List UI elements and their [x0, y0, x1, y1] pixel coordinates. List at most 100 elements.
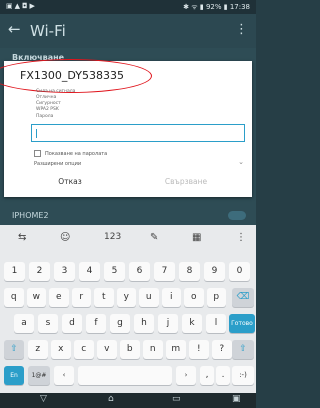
key-label: x: [58, 344, 64, 354]
key-label: 0: [236, 266, 243, 276]
period-key[interactable]: .: [216, 366, 230, 385]
key-label: r: [79, 292, 84, 302]
back-nav-icon[interactable]: ▽: [40, 394, 47, 404]
key-3[interactable]: 3: [54, 262, 75, 281]
cursor-right-key[interactable]: ›: [176, 366, 196, 385]
key-8[interactable]: 8: [179, 262, 200, 281]
key-4[interactable]: 4: [79, 262, 100, 281]
key-7[interactable]: 7: [154, 262, 175, 281]
show-password-label: Показване на паролата: [45, 151, 108, 157]
key-![interactable]: !: [189, 340, 209, 359]
smiley-key[interactable]: :-): [232, 366, 254, 385]
key-2[interactable]: 2: [29, 262, 50, 281]
key-0[interactable]: 0: [229, 262, 250, 281]
overflow-menu-icon[interactable]: ⋮: [235, 22, 248, 37]
space-bar[interactable]: [78, 366, 172, 385]
checkbox-icon[interactable]: [34, 150, 41, 157]
comma-key[interactable]: ,: [200, 366, 214, 385]
key-label: i: [169, 292, 173, 302]
on-screen-keyboard: ⇆ ☺ 123 ✎ ▦ ⋮ ⌫ Готово ⇧ ⇧ En 1@# ‹ › , …: [0, 225, 256, 393]
key-t[interactable]: t: [94, 288, 114, 307]
key-c[interactable]: c: [74, 340, 94, 359]
key-d[interactable]: d: [62, 314, 82, 333]
key-p[interactable]: p: [206, 288, 226, 307]
key-label: j: [166, 318, 170, 328]
key-k[interactable]: k: [182, 314, 202, 333]
clipboard-icon[interactable]: ▦: [192, 232, 201, 243]
key-u[interactable]: u: [139, 288, 159, 307]
status-indicators: ✱ ᯤ ▮ 92% ▮ 17:38: [183, 3, 250, 11]
key-label: 1: [11, 266, 18, 276]
screenshot-icon[interactable]: ▣: [232, 394, 241, 404]
key-f[interactable]: f: [86, 314, 106, 333]
network-ssid: FX1300_DY538335: [20, 69, 124, 82]
key-w[interactable]: w: [26, 288, 46, 307]
key-label: g: [117, 318, 123, 328]
key-1[interactable]: 1: [4, 262, 25, 281]
shift-key-right[interactable]: ⇧: [232, 340, 254, 359]
shift-key-left[interactable]: ⇧: [4, 340, 24, 359]
recent-apps-icon[interactable]: ▭: [172, 394, 181, 404]
key-label: w: [32, 292, 40, 302]
key-label: a: [21, 318, 27, 328]
key-l[interactable]: l: [206, 314, 226, 333]
key-label: !: [196, 344, 201, 354]
key-o[interactable]: o: [184, 288, 204, 307]
network-item[interactable]: IPHOME2: [12, 211, 49, 220]
status-bar: ▣▲◘▶ ✱ ᯤ ▮ 92% ▮ 17:38: [0, 0, 256, 14]
back-arrow-icon[interactable]: ←: [8, 20, 21, 38]
key-6[interactable]: 6: [129, 262, 150, 281]
key-s[interactable]: s: [38, 314, 58, 333]
key-n[interactable]: n: [143, 340, 163, 359]
key-i[interactable]: i: [161, 288, 181, 307]
key-m[interactable]: m: [166, 340, 186, 359]
numeric-mode-button[interactable]: 123: [104, 232, 121, 242]
key-label: v: [104, 344, 110, 354]
keyboard-settings-icon[interactable]: ⋮: [236, 232, 246, 243]
emoji-icon[interactable]: ☺: [60, 232, 70, 243]
key-label: 7: [161, 266, 168, 276]
key-e[interactable]: e: [49, 288, 69, 307]
key-5[interactable]: 5: [104, 262, 125, 281]
home-nav-icon[interactable]: ⌂: [108, 394, 114, 404]
wifi-connect-dialog: FX1300_DY538335 Сила на сигнала Отлична …: [0, 59, 252, 197]
language-key[interactable]: En: [4, 366, 24, 385]
key-label: 5: [111, 266, 118, 276]
connect-button[interactable]: Свързване: [128, 173, 244, 191]
key-label: 2: [36, 266, 43, 276]
key-x[interactable]: x: [51, 340, 71, 359]
key-q[interactable]: q: [4, 288, 24, 307]
key-label: s: [45, 318, 51, 328]
key-label: u: [145, 292, 152, 302]
key-y[interactable]: y: [116, 288, 136, 307]
backspace-key[interactable]: ⌫: [232, 288, 254, 307]
chevron-down-icon[interactable]: ⌄: [238, 158, 244, 166]
key-label: f: [94, 318, 98, 328]
page-title: Wi-Fi: [30, 22, 66, 40]
key-v[interactable]: v: [97, 340, 117, 359]
cancel-button[interactable]: Отказ: [12, 173, 128, 191]
advanced-options[interactable]: Разширени опции: [34, 161, 81, 167]
key-label: 8: [186, 266, 193, 276]
done-key[interactable]: Готово: [229, 314, 255, 333]
handwriting-icon[interactable]: ✎: [150, 232, 158, 243]
key-r[interactable]: r: [71, 288, 91, 307]
key-label: l: [214, 318, 218, 328]
symbols-key[interactable]: 1@#: [28, 366, 50, 385]
text-cursor: [36, 129, 37, 138]
key-b[interactable]: b: [120, 340, 140, 359]
key-z[interactable]: z: [28, 340, 48, 359]
show-password-checkbox[interactable]: Показване на паролата: [34, 150, 107, 157]
key-j[interactable]: j: [158, 314, 178, 333]
key-?[interactable]: ?: [212, 340, 232, 359]
key-g[interactable]: g: [110, 314, 130, 333]
keyboard-switch-icon[interactable]: ⇆: [18, 232, 26, 243]
key-label: 3: [61, 266, 68, 276]
key-label: m: [171, 344, 181, 354]
password-input[interactable]: [31, 124, 245, 142]
key-h[interactable]: h: [134, 314, 154, 333]
key-9[interactable]: 9: [204, 262, 225, 281]
key-label: y: [123, 292, 129, 302]
cursor-left-key[interactable]: ‹: [54, 366, 74, 385]
key-a[interactable]: a: [14, 314, 34, 333]
